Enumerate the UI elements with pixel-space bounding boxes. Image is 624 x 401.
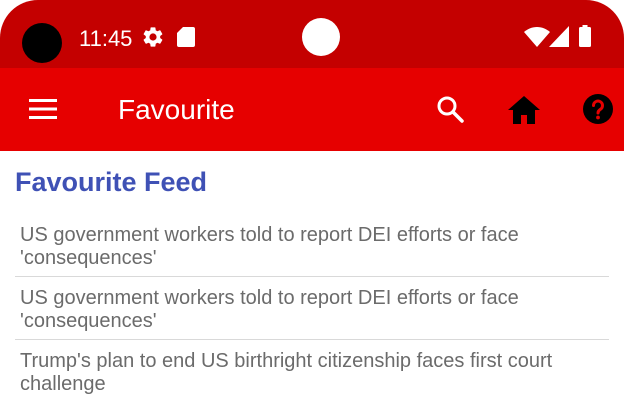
feed-list: US government workers told to report DEI… bbox=[0, 214, 624, 401]
list-item[interactable]: US government workers told to report DEI… bbox=[15, 214, 609, 277]
home-icon[interactable] bbox=[508, 95, 540, 125]
help-icon[interactable] bbox=[583, 94, 613, 124]
list-item[interactable]: US government workers told to report DEI… bbox=[15, 277, 609, 340]
battery-icon bbox=[579, 25, 591, 47]
status-time: 11:45 bbox=[79, 26, 133, 51]
camera-cutout bbox=[22, 23, 62, 63]
sd-card-icon bbox=[177, 27, 195, 47]
feed-title: Favourite Feed bbox=[15, 167, 208, 197]
phone-screen: 11:45 Favourite Favourite Feed US govern… bbox=[0, 0, 624, 401]
menu-icon[interactable] bbox=[29, 97, 57, 121]
signal-icon bbox=[549, 26, 569, 47]
app-title: Favourite bbox=[118, 94, 235, 125]
gear-icon bbox=[143, 27, 163, 47]
wifi-icon bbox=[524, 27, 550, 47]
list-item[interactable]: Trump's plan to end US birthright citize… bbox=[15, 340, 609, 401]
camera-indicator bbox=[302, 18, 340, 56]
search-icon[interactable] bbox=[436, 95, 464, 123]
status-bar: 11:45 bbox=[0, 0, 624, 68]
app-bar: Favourite bbox=[0, 68, 624, 151]
